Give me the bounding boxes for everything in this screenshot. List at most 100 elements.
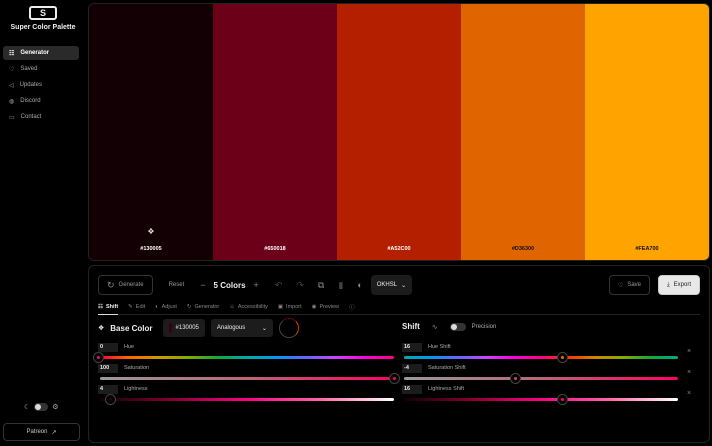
slider-label: Hue <box>124 344 135 350</box>
contrast-icon[interactable]: ◐ <box>357 280 362 290</box>
gear-icon[interactable]: ⚙ <box>52 403 58 411</box>
export-label: Export <box>673 282 691 288</box>
generate-button[interactable]: ↻ Generate <box>98 275 153 295</box>
chevron-down-icon: ⌄ <box>401 282 407 289</box>
slider-track[interactable] <box>100 356 394 359</box>
color-wheel[interactable] <box>278 318 299 338</box>
copy-icon[interactable]: ⧉ <box>318 280 324 291</box>
scheme-label: Analogous <box>216 325 246 331</box>
slider-value-input[interactable]: 0 <box>98 343 118 352</box>
slider-track[interactable] <box>404 356 678 359</box>
tab-preview[interactable]: ◉ Preview <box>312 300 339 315</box>
tab-label: Accessibility <box>237 304 268 310</box>
scheme-select[interactable]: Analogous ⌄ <box>210 319 273 337</box>
slider-track[interactable] <box>404 398 678 401</box>
heart-icon: ♡ <box>9 66 15 73</box>
tab-shift[interactable]: ☷ Shift <box>98 300 119 315</box>
color-count: 5 Colors <box>213 280 246 290</box>
precision-toggle[interactable] <box>449 322 466 331</box>
tab-label: Edit <box>135 304 146 310</box>
shift-title: Shift <box>402 322 420 331</box>
tab-import[interactable]: ▣ Import <box>278 300 302 315</box>
color-swatch[interactable]: ❖ #130005 <box>89 4 213 260</box>
mode-label: OKHSL <box>376 282 398 288</box>
slider-track[interactable] <box>404 377 678 380</box>
sidebar-item-contact[interactable]: ▭ Contact <box>3 110 79 124</box>
slider-value-input[interactable]: 100 <box>98 364 118 373</box>
tab-adjust[interactable]: ◐ Adjust <box>155 300 177 315</box>
tab-generator[interactable]: ↻ Generator <box>187 300 219 315</box>
theme-toggle[interactable] <box>34 403 49 411</box>
slider-knob[interactable] <box>104 394 116 405</box>
save-label: Save <box>627 282 641 288</box>
patreon-button[interactable]: Patreon ↗ <box>3 423 80 441</box>
redo-icon[interactable]: ↷ <box>296 280 304 291</box>
sidebar-item-generator[interactable]: ☷ Generator <box>3 46 79 60</box>
sidebar: S Super Color Palette ☷ Generator ♡ Saved … <box>0 0 86 446</box>
sidebar-item-updates[interactable]: ◁ Updates <box>3 78 79 92</box>
nav-label: Discord <box>20 98 41 104</box>
slider-knob[interactable] <box>93 352 104 363</box>
color-swatch[interactable]: #650018 <box>213 4 337 260</box>
slider-knob[interactable] <box>389 373 400 384</box>
tab-label: Generator <box>194 304 220 310</box>
color-chip <box>168 323 172 333</box>
slider-label: Saturation <box>124 365 150 371</box>
app-name: Super Color Palette <box>10 24 76 31</box>
nav-label: Contact <box>20 114 42 120</box>
slider-value-input[interactable]: 16 <box>402 343 422 352</box>
save-button[interactable]: ♡ Save <box>608 275 650 295</box>
slider-track[interactable] <box>100 398 394 401</box>
sliders-icon: ☷ <box>9 50 15 57</box>
nav-label: Generator <box>20 50 50 56</box>
color-swatch[interactable]: #D36300 <box>461 4 585 260</box>
tab-help[interactable]: ⓘ <box>349 300 355 315</box>
slider-track[interactable] <box>100 377 394 380</box>
tab-label: Preview <box>319 304 340 310</box>
base-hex: #130005 <box>175 325 199 331</box>
color-swatch[interactable]: #FEA700 <box>585 4 709 260</box>
lightness-slider[interactable]: 4 Lightness <box>98 385 394 409</box>
accessibility-icon: ☺ <box>229 304 235 310</box>
remove-shift-icon[interactable]: × <box>687 369 691 376</box>
discord-icon: ◍ <box>9 98 15 105</box>
color-swatch[interactable]: #A52C00 <box>337 4 461 260</box>
slider-value-input[interactable]: 16 <box>402 385 422 394</box>
download-icon: ⤓ <box>667 281 670 288</box>
slider-knob[interactable] <box>557 394 569 405</box>
slider-knob[interactable] <box>510 373 522 384</box>
swatch-hex[interactable]: #FEA700 <box>585 246 709 252</box>
slider-knob[interactable] <box>557 352 569 363</box>
swatch-hex[interactable]: #A52C00 <box>337 246 461 252</box>
undo-icon[interactable]: ↶ <box>275 280 283 291</box>
base-color-input[interactable]: #130005 <box>162 319 205 337</box>
sidebar-item-saved[interactable]: ♡ Saved <box>3 62 79 76</box>
lightness-shift-slider[interactable]: 16 Lightness Shift <box>402 385 678 409</box>
theme-toggle-group: ☾ ⚙ <box>24 403 59 411</box>
remove-shift-icon[interactable]: × <box>687 390 691 397</box>
color-mode-select[interactable]: OKHSL ⌄ <box>370 275 413 295</box>
app-logo: S <box>29 6 57 20</box>
trash-icon[interactable]: ▮ <box>338 280 343 291</box>
tab-accessibility[interactable]: ☺ Accessibility <box>229 300 268 315</box>
export-button[interactable]: ⤓ Export <box>658 275 700 295</box>
sliders-icon: ☷ <box>98 303 103 310</box>
minus-icon[interactable]: − <box>200 280 205 290</box>
plus-icon[interactable]: + <box>254 280 259 290</box>
curve-icon[interactable]: ∿ <box>432 323 438 331</box>
sidebar-item-discord[interactable]: ◍ Discord <box>3 94 79 108</box>
slider-value-input[interactable]: -4 <box>402 364 422 373</box>
contrast-icon: ◐ <box>155 304 159 310</box>
generate-label: Generate <box>118 282 144 288</box>
swatch-hex[interactable]: #130005 <box>89 246 213 252</box>
tab-label: Import <box>286 304 302 310</box>
remove-shift-icon[interactable]: × <box>687 348 691 355</box>
swatch-hex[interactable]: #650018 <box>213 246 337 252</box>
reset-button[interactable]: Reset <box>161 275 193 295</box>
swatch-hex[interactable]: #D36300 <box>461 246 585 252</box>
slider-value-input[interactable]: 4 <box>98 385 118 394</box>
control-panel: ↻ Generate Reset − 5 Colors + ↶ ↷ ⧉ ▮ ◐ O… <box>88 265 710 443</box>
tab-edit[interactable]: ✎ Edit <box>128 300 145 315</box>
slider-label: Lightness <box>124 386 148 392</box>
diamond-icon: ❖ <box>98 325 105 332</box>
